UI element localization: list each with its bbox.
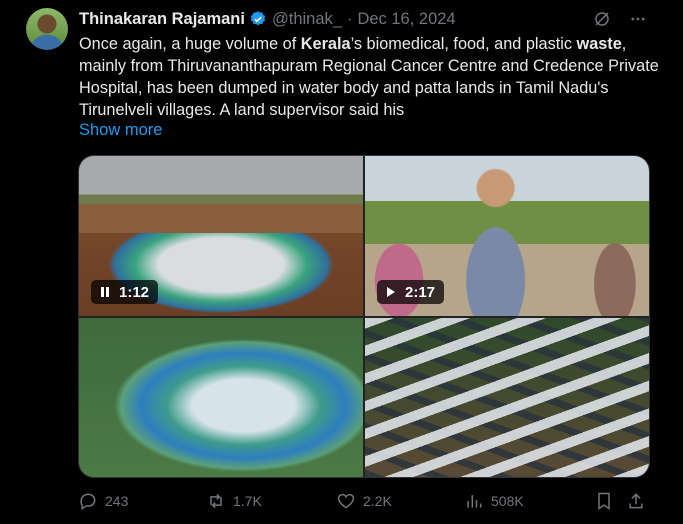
like-button[interactable]: 2.2K [336,490,392,512]
header-actions [593,10,647,28]
like-count: 2.2K [363,493,392,509]
repost-button[interactable]: 1.7K [206,490,262,512]
share-button[interactable] [627,490,645,512]
media-grid: 1:12 2:17 [78,155,650,478]
share-icon [627,491,645,511]
author-avatar[interactable] [26,8,68,50]
video-duration-pill[interactable]: 1:12 [91,280,159,304]
bold-waste: waste [576,35,622,53]
bold-kerala: Kerala [300,35,351,53]
post-date[interactable]: Dec 16, 2024 [357,10,455,29]
reply-icon [78,491,98,511]
post-header: Thinakaran Rajamani @thinak_ · Dec 16, 2… [79,8,456,30]
post-text: Once again, a huge volume of Kerala’s bi… [79,35,659,119]
header-separator: · [346,9,353,28]
author-name[interactable]: Thinakaran Rajamani [79,10,245,29]
views-icon [464,491,484,511]
grok-icon[interactable] [593,10,611,28]
reply-count: 243 [105,493,129,509]
bookmark-icon [595,491,613,511]
video-duration: 1:12 [119,283,150,301]
play-icon [386,286,396,298]
author-handle[interactable]: @thinak_ [272,10,342,29]
video-duration-pill[interactable]: 2:17 [377,280,445,304]
video-tile-1[interactable]: 1:12 [79,156,363,316]
repost-icon [206,491,226,511]
more-icon[interactable] [629,10,647,28]
views-count: 508K [491,493,524,509]
pause-icon [100,286,110,298]
repost-count: 1.7K [233,493,262,509]
show-more-link[interactable]: Show more [79,121,162,140]
views-button[interactable]: 508K [464,490,524,512]
photo-tile-4[interactable] [365,318,649,477]
verified-badge-icon [249,10,267,28]
like-icon [336,491,356,511]
reply-button[interactable]: 243 [78,490,128,512]
video-tile-2[interactable]: 2:17 [365,156,649,316]
photo-tile-3[interactable] [79,318,363,477]
action-bar: 243 1.7K 2.2K 508K [78,490,648,514]
video-duration: 2:17 [405,283,436,301]
bookmark-button[interactable] [595,490,613,512]
